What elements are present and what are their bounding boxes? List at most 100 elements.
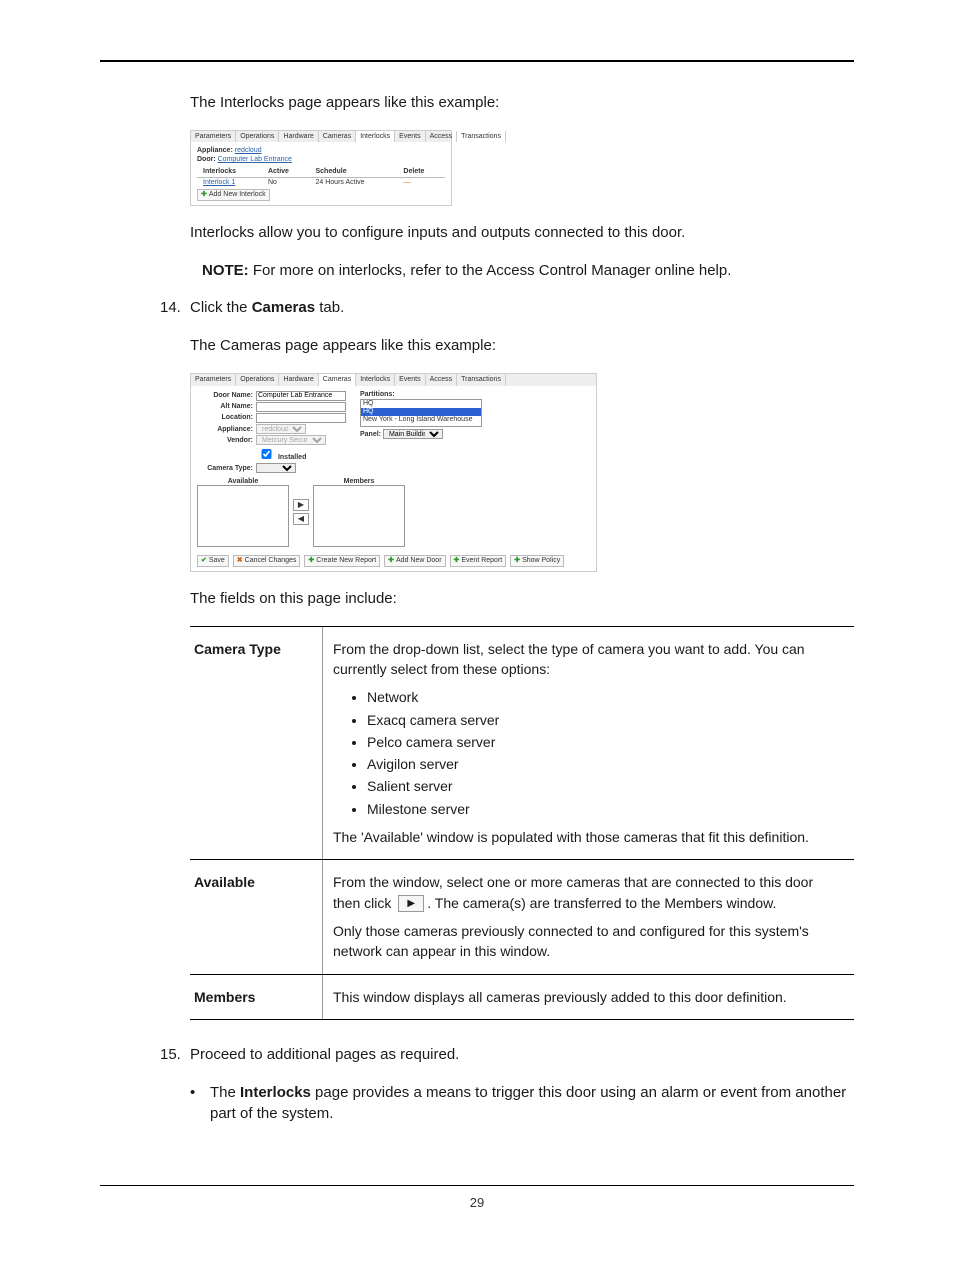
interlocks-tabs: Parameters Operations Hardware Cameras I… [191,131,451,143]
row-members: Members This window displays all cameras… [190,975,854,1019]
bullet-bold: Interlocks [240,1084,311,1101]
tab-hardware[interactable]: Hardware [279,374,318,386]
step-15: 15. Proceed to additional pages as requi… [100,1044,854,1066]
cameras-caption: The Cameras page appears like this examp… [190,335,854,357]
available-label: Available [190,860,323,973]
partition-item[interactable]: New York - Long Island Warehouse [361,416,481,424]
cancel-changes-button[interactable]: ✖Cancel Changes [233,555,301,567]
step-14-cameras: Cameras [252,299,315,316]
step-14-text-post: tab. [315,299,344,316]
tab-operations[interactable]: Operations [236,131,279,143]
installed-checkbox[interactable] [260,449,273,459]
step-14: 14. Click the Cameras tab. [100,297,854,319]
tab-transactions[interactable]: Transactions [457,374,506,386]
list-item: Exacq camera server [367,710,844,730]
tab-hardware[interactable]: Hardware [279,131,318,143]
step-15-number: 15. [100,1044,190,1066]
vendor-label: Vendor: [197,437,256,445]
interlock-name-link[interactable]: Interlock 1 [203,179,235,186]
tab-access[interactable]: Access [426,374,458,386]
note-label: NOTE: [202,262,249,279]
interlocks-paragraph: Interlocks allow you to configure inputs… [190,222,854,244]
vendor-select[interactable]: Mercury Security [256,435,326,445]
door-link[interactable]: Computer Lab Entrance [218,156,292,163]
available-p2: Only those cameras previously connected … [333,921,844,962]
tab-parameters[interactable]: Parameters [191,131,236,143]
tab-access[interactable]: Access [426,131,458,143]
page-number: 29 [100,1194,854,1213]
fields-caption: The fields on this page include: [190,588,854,610]
interlocks-caption: The Interlocks page appears like this ex… [190,92,854,114]
note-text: For more on interlocks, refer to the Acc… [249,262,732,279]
plus-icon: ✚ [514,557,520,565]
step-14-text-pre: Click the [190,299,252,316]
door-name-label: Door Name: [197,392,256,400]
tab-events[interactable]: Events [395,131,425,143]
move-right-icon: ▶ [398,895,424,912]
alt-name-input[interactable] [256,402,346,412]
members-listbox[interactable] [313,485,405,547]
row-available: Available From the window, select one or… [190,860,854,974]
panel-select[interactable]: Main Building [383,429,443,439]
step-15-text: Proceed to additional pages as required. [190,1044,854,1066]
tab-operations[interactable]: Operations [236,374,279,386]
col-active: Active [262,167,310,177]
interlocks-note: NOTE: For more on interlocks, refer to t… [190,260,854,282]
appliance-link[interactable]: redcloud [235,147,262,154]
available-p1: From the window, select one or more came… [333,872,844,913]
installed-label: Installed [278,454,306,461]
cameras-screenshot: Parameters Operations Hardware Cameras I… [190,373,597,572]
plus-icon: ✚ [201,191,207,199]
add-new-interlock-button[interactable]: ✚Add New Interlock [197,189,270,201]
col-schedule: Schedule [310,167,398,177]
bottom-rule [100,1185,854,1186]
step-14-number: 14. [100,297,190,319]
available-listbox[interactable] [197,485,289,547]
tab-interlocks[interactable]: Interlocks [356,131,395,143]
appliance-select[interactable]: redcloud [256,424,306,434]
available-header: Available [197,478,289,486]
camera-type-intro: From the drop-down list, select the type… [333,639,844,680]
partition-item[interactable]: HQ [361,400,481,408]
col-delete: Delete [397,167,445,177]
location-label: Location: [197,414,256,422]
save-button[interactable]: ✔Save [197,555,229,567]
tab-events[interactable]: Events [395,374,425,386]
tab-parameters[interactable]: Parameters [191,374,236,386]
camera-type-label: Camera Type [190,627,323,860]
appliance-label-c: Appliance: [197,426,256,434]
bullet-icon: • [190,1082,210,1126]
top-rule [100,60,854,62]
move-left-button[interactable]: ◀ [293,513,309,525]
camera-type-select[interactable] [256,463,296,473]
event-report-button[interactable]: ✚Event Report [450,555,507,567]
show-policy-button[interactable]: ✚Show Policy [510,555,564,567]
tab-transactions[interactable]: Transactions [457,131,506,143]
members-header: Members [313,478,405,486]
create-new-report-button[interactable]: ✚Create New Report [304,555,380,567]
cell-schedule: 24 Hours Active [310,177,398,187]
tab-cameras[interactable]: Cameras [319,131,356,143]
location-input[interactable] [256,413,346,423]
plus-icon: ✚ [308,557,314,565]
cameras-tabs: Parameters Operations Hardware Cameras I… [191,374,596,386]
col-interlocks: Interlocks [197,167,262,177]
add-new-door-button[interactable]: ✚Add New Door [384,555,445,567]
table-row[interactable]: Interlock 1 No 24 Hours Active — [197,177,445,187]
bullet-pre: The [210,1084,240,1101]
plus-icon: ✚ [454,557,460,565]
door-name-input[interactable] [256,391,346,401]
move-right-button[interactable]: ▶ [293,499,309,511]
partition-item-selected[interactable]: HQ [361,408,481,416]
tab-interlocks[interactable]: Interlocks [356,374,395,386]
list-item: Avigilon server [367,754,844,774]
delete-icon[interactable]: — [397,177,445,187]
list-item: Network [367,687,844,707]
interlocks-screenshot: Parameters Operations Hardware Cameras I… [190,130,452,206]
tab-cameras[interactable]: Cameras [319,374,356,386]
list-item: Salient server [367,776,844,796]
plus-icon: ✚ [388,557,394,565]
camera-type-options: Network Exacq camera server Pelco camera… [333,687,844,819]
partitions-list[interactable]: HQ HQ New York - Long Island Warehouse [360,399,482,427]
x-icon: ✖ [237,557,243,565]
